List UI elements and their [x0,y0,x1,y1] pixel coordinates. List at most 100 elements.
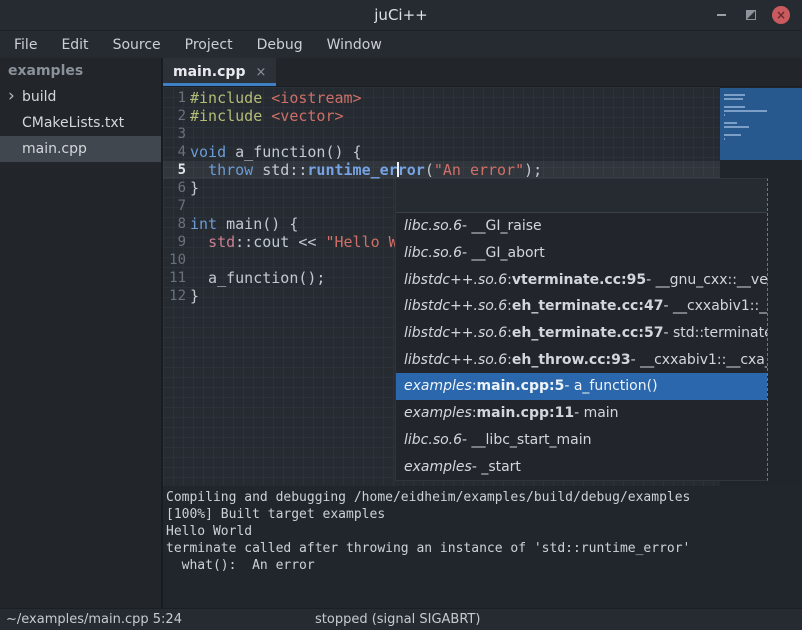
menu-item-source[interactable]: Source [101,37,173,53]
code-segment: ); [524,161,542,179]
backtrace-segment: libstdc++.so.6 [404,272,507,288]
menu-item-file[interactable]: File [2,37,49,53]
backtrace-segment: libstdc++.so.6 [404,325,507,341]
code-segment: a_function() { [226,143,361,161]
terminal-line: Hello World [166,523,802,540]
backtrace-segment: examples [404,459,472,475]
code-segment: ::cout << [235,233,325,251]
backtrace-segment: libc.so.6 [404,245,462,261]
code-text [186,251,190,269]
code-segment [190,233,208,251]
backtrace-segment: - main [574,405,618,421]
backtrace-item[interactable]: libstdc++.so.6:eh_terminate.cc:47 - __cx… [396,293,767,320]
code-text: } [186,287,199,305]
code-text [186,125,190,143]
backtrace-item[interactable]: libstdc++.so.6:eh_throw.cc:93 - __cxxabi… [396,346,767,373]
backtrace-item[interactable]: examples:main.cpp:5 - a_function() [396,373,767,400]
code-segment: <vector> [271,107,343,125]
menu-item-project[interactable]: Project [173,37,245,53]
minimize-icon [717,14,726,16]
tree-item-CMakeLists.txt[interactable]: CMakeLists.txt [0,110,161,136]
backtrace-segment: examples [404,405,472,421]
backtrace-item[interactable]: libc.so.6 - __GI_abort [396,240,767,267]
tab-close-icon[interactable]: × [255,65,266,80]
backtrace-segment: - __GI_raise [462,218,542,234]
terminal-output[interactable]: Compiling and debugging /home/eidheim/ex… [163,486,802,608]
minimap-line [724,94,745,96]
tab-label: main.cpp [173,64,245,80]
active-tab-indicator [163,83,276,86]
window-controls: × [712,0,790,30]
tree-item-build[interactable]: ›build [0,84,161,110]
backtrace-popup: libc.so.6 - __GI_raiselibc.so.6 - __GI_a… [395,178,768,481]
tree-item-label: CMakeLists.txt [22,115,124,131]
close-icon: × [776,9,786,21]
backtrace-segment: - _start [472,459,521,475]
code-segment: main() { [217,215,298,233]
backtrace-segment: libstdc++.so.6 [404,352,507,368]
code-text: #include <iostream> [186,89,362,107]
minimap-line [724,110,767,112]
code-segment: void [190,143,226,161]
backtrace-segment: examples [404,378,472,394]
backtrace-segment: eh_throw.cc:93 [512,352,631,368]
backtrace-item[interactable]: libc.so.6 - __libc_start_main [396,427,767,454]
code-text: throw std::runtime_error("An error"); [186,161,542,179]
code-segment: std:: [253,161,307,179]
backtrace-item[interactable]: examples - _start [396,453,767,480]
window-title: juCi++ [0,0,802,30]
code-line-3[interactable]: 3 [163,125,720,143]
backtrace-item[interactable]: libc.so.6 - __GI_raise [396,213,767,240]
project-header: examples [0,58,161,84]
tab-main-cpp[interactable]: main.cpp × [163,58,276,86]
status-bar: ~/examples/main.cpp 5:24 stopped (signal… [0,608,802,630]
code-text: a_function(); [186,269,325,287]
backtrace-segment: - __libc_start_main [462,432,591,448]
backtrace-segment: eh_terminate.cc:47 [512,298,664,314]
backtrace-segment: libc.so.6 [404,432,462,448]
code-segment [190,161,208,179]
tree-item-main.cpp[interactable]: main.cpp [0,136,161,162]
minimize-button[interactable] [712,6,730,24]
menu-item-edit[interactable]: Edit [49,37,100,53]
code-segment: "Hello W [325,233,397,251]
code-segment: int [190,215,217,233]
line-number: 6 [163,179,186,197]
line-number: 12 [163,287,186,305]
restore-button[interactable] [742,6,760,24]
line-number: 10 [163,251,186,269]
backtrace-segment: libc.so.6 [404,218,462,234]
code-text: void a_function() { [186,143,362,161]
backtrace-segment: eh_terminate.cc:57 [512,325,664,341]
close-button[interactable]: × [772,6,790,24]
line-number: 7 [163,197,186,215]
code-line-2[interactable]: 2#include <vector> [163,107,720,125]
minimap-line [724,138,725,140]
code-segment: throw [208,161,253,179]
code-line-1[interactable]: 1#include <iostream> [163,89,720,107]
backtrace-item[interactable]: libstdc++.so.6:vterminate.cc:95 - __gnu_… [396,266,767,293]
menu-item-window[interactable]: Window [315,37,394,53]
line-number: 3 [163,125,186,143]
minimap-slider[interactable] [720,88,802,160]
backtrace-popup-header [396,179,767,213]
code-segment: #include [190,89,271,107]
line-number: 5 [163,161,186,179]
code-segment: ( [425,161,434,179]
backtrace-segment: - __gnu_cxx::__verbos [646,272,767,288]
minimap-line [724,134,741,136]
menu-item-debug[interactable]: Debug [245,37,315,53]
title-bar: juCi++ × [0,0,802,31]
backtrace-item[interactable]: libstdc++.so.6:eh_terminate.cc:57 - std:… [396,320,767,347]
code-line-5[interactable]: 5 throw std::runtime_error("An error"); [163,161,720,179]
backtrace-segment: libstdc++.so.6 [404,298,507,314]
code-segment: "An error" [434,161,524,179]
backtrace-segment: main.cpp:11 [477,405,575,421]
code-line-4[interactable]: 4void a_function() { [163,143,720,161]
line-number: 2 [163,107,186,125]
app-window: juCi++ × FileEditSourceProjectDebugWindo… [0,0,802,630]
terminal-line: [100%] Built target examples [166,506,802,523]
tree-item-label: main.cpp [22,141,87,157]
chevron-right-icon[interactable]: › [8,83,15,109]
backtrace-item[interactable]: examples:main.cpp:11 - main [396,400,767,427]
